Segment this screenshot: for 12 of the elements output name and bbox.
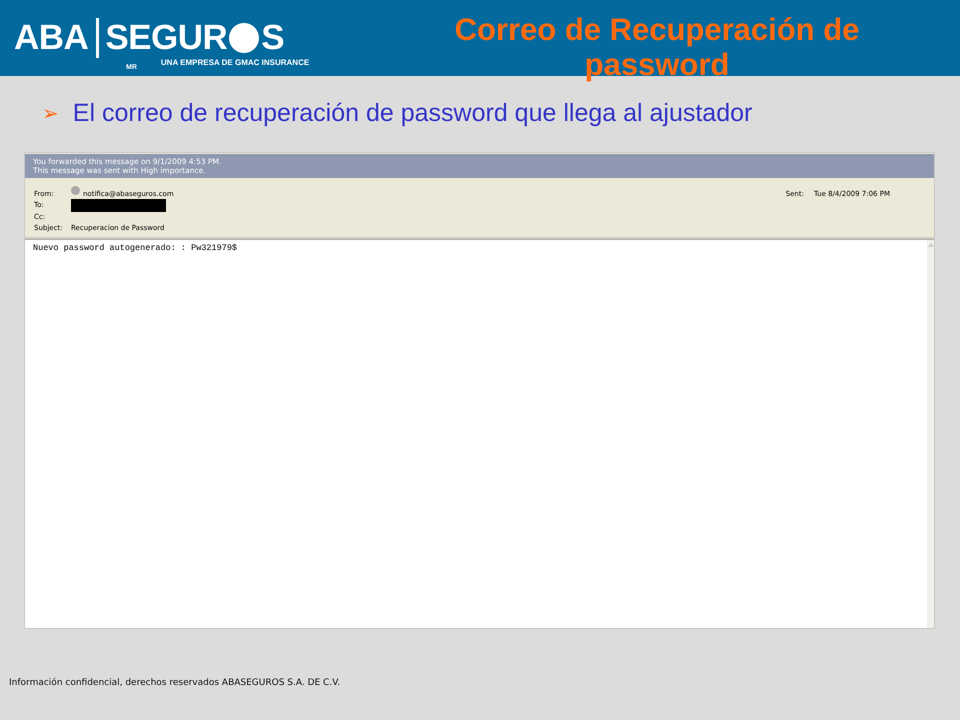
bullet-text: El correo de recuperación de password que llega al ajustador: [72, 98, 752, 128]
logo-text: SEGUR: [105, 18, 228, 58]
logo-text: ABA: [14, 18, 88, 58]
avatar-icon: [71, 186, 80, 196]
logo-tagline: UNA EMPRESA DE GMAC INSURANCE: [160, 58, 310, 67]
footer-text: Información confidencial, derechos reservados ABASEGUROS S.A. DE C.V.: [9, 678, 342, 688]
message-text: Nuevo password autogenerado: : Pw321979$: [32, 242, 238, 255]
logo-text: S: [261, 18, 284, 58]
slide-title: Correo de Recuperación de password: [454, 11, 860, 82]
logo-divider: [96, 18, 100, 58]
bullet-arrow-icon: ➢: [42, 101, 59, 125]
circle-icon: [229, 23, 260, 53]
